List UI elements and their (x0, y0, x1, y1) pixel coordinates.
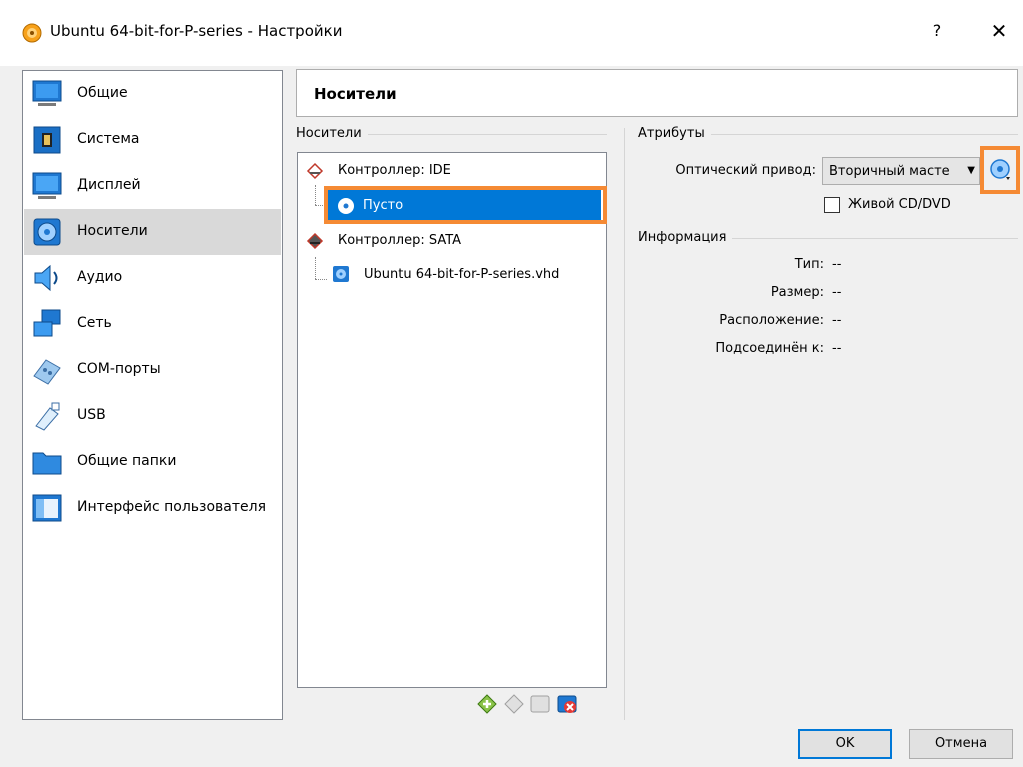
tree-connector (315, 185, 316, 205)
system-icon (33, 126, 61, 154)
sidebar-item-label: USB (77, 407, 106, 423)
type-label: Тип: (794, 257, 824, 272)
remove-controller-icon (504, 694, 524, 714)
sidebar-item-storage[interactable]: Носители (24, 209, 281, 255)
tree-item-label: Контроллер: IDE (338, 163, 451, 178)
panel-separator (624, 128, 625, 720)
attached-to-value: -- (832, 341, 842, 356)
tree-item-hard-disk[interactable]: Ubuntu 64-bit-for-P-series.vhd (332, 259, 602, 291)
page-title: Носители (314, 85, 397, 103)
usb-icon (35, 402, 60, 431)
sidebar-item-label: Аудио (77, 269, 123, 285)
storage-tree[interactable]: Контроллер: IDE Контроллер: SATA Ubuntu … (297, 152, 607, 688)
page-header: Носители (296, 69, 1018, 117)
location-label: Расположение: (719, 313, 824, 328)
location-value: -- (832, 313, 842, 328)
tree-connector (315, 257, 316, 279)
serial-ports-icon (33, 359, 61, 385)
network-icon (33, 309, 61, 337)
sidebar-item-label: Сеть (77, 315, 112, 331)
sidebar-item-label: Система (77, 131, 140, 147)
optical-drive-select[interactable]: Вторичный масте ▼ (822, 157, 980, 185)
ide-controller-icon (306, 162, 324, 180)
optical-disc-menu-icon (990, 159, 1010, 180)
add-attachment-icon (530, 695, 550, 713)
optical-drive-label: Оптический привод: (675, 163, 816, 178)
tree-item-label: Ubuntu 64-bit-for-P-series.vhd (364, 267, 560, 282)
sidebar-item-label: COM-порты (77, 361, 161, 377)
sidebar-item-display[interactable]: Дисплей (24, 163, 281, 209)
cancel-button[interactable]: Отмена (909, 729, 1013, 759)
user-interface-icon (32, 494, 62, 522)
sidebar-item-serial-ports[interactable]: COM-порты (24, 347, 281, 393)
sidebar-item-general[interactable]: Общие (24, 71, 281, 117)
live-cd-checkbox[interactable] (824, 197, 840, 213)
live-cd-label: Живой CD/DVD (848, 197, 951, 212)
virtualbox-app-icon (22, 23, 42, 43)
tree-item-ide-controller[interactable]: Контроллер: IDE (302, 155, 602, 187)
settings-category-list: Общие Система Дисплей Носители Аудио Сет… (22, 70, 283, 720)
help-button[interactable]: ? (924, 16, 950, 46)
close-button[interactable]: ✕ (984, 16, 1014, 46)
highlight-outline-selected-item (324, 186, 607, 224)
size-label: Размер: (770, 285, 824, 300)
shared-folders-icon (32, 452, 62, 475)
storage-group-label: Носители (296, 126, 368, 141)
sidebar-item-label: Носители (77, 223, 148, 239)
type-value: -- (832, 257, 842, 272)
sidebar-item-usb[interactable]: USB (24, 393, 281, 439)
hard-disk-icon (333, 266, 349, 282)
sidebar-item-system[interactable]: Система (24, 117, 281, 163)
sidebar-item-label: Дисплей (77, 177, 141, 193)
tree-item-sata-controller[interactable]: Контроллер: SATA (302, 225, 602, 257)
optical-drive-value: Вторичный масте (829, 164, 950, 179)
title-bar: Ubuntu 64-bit-for-P-series - Настройки ?… (0, 0, 1023, 66)
audio-icon (34, 264, 58, 292)
sidebar-item-shared-folders[interactable]: Общие папки (24, 439, 281, 485)
add-controller-icon[interactable] (476, 693, 498, 715)
chevron-down-icon: ▼ (967, 165, 975, 176)
window-title: Ubuntu 64-bit-for-P-series - Настройки (50, 22, 343, 40)
attached-to-label: Подсоединён к: (715, 341, 824, 356)
attributes-group-label: Атрибуты (638, 126, 711, 141)
sata-controller-icon (306, 232, 324, 250)
ok-button[interactable]: OK (798, 729, 892, 759)
size-value: -- (832, 285, 842, 300)
general-icon (32, 80, 62, 106)
information-group-label: Информация (638, 230, 733, 245)
sidebar-item-label: Общие (77, 85, 128, 101)
sidebar-item-label: Интерфейс пользователя (77, 499, 267, 515)
tree-item-label: Контроллер: SATA (338, 233, 462, 248)
storage-icon (33, 218, 61, 246)
sidebar-item-network[interactable]: Сеть (24, 301, 281, 347)
sidebar-item-audio[interactable]: Аудио (24, 255, 281, 301)
sidebar-item-user-interface[interactable]: Интерфейс пользователя (24, 485, 281, 531)
tree-connector (315, 279, 327, 280)
sidebar-item-label: Общие папки (77, 453, 177, 469)
choose-disk-button[interactable] (980, 146, 1020, 194)
remove-attachment-icon[interactable] (556, 693, 578, 715)
display-icon (32, 172, 62, 199)
